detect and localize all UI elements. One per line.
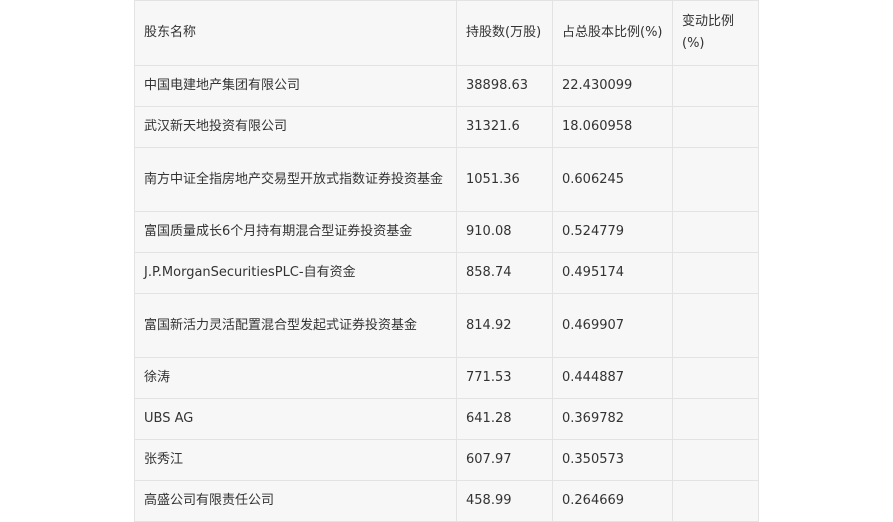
table-row: 徐涛 771.53 0.444887	[134, 357, 759, 399]
cell-ratio: 18.060958	[552, 106, 673, 148]
cell-shares: 31321.6	[456, 106, 553, 148]
cell-name: 南方中证全指房地产交易型开放式指数证券投资基金	[134, 147, 457, 212]
cell-change	[672, 147, 759, 212]
cell-shares: 771.53	[456, 357, 553, 399]
cell-ratio: 0.469907	[552, 293, 673, 358]
cell-name: 富国质量成长6个月持有期混合型证券投资基金	[134, 211, 457, 253]
cell-shares: 458.99	[456, 480, 553, 522]
cell-ratio: 0.444887	[552, 357, 673, 399]
table-row: UBS AG 641.28 0.369782	[134, 398, 759, 440]
cell-name: 武汉新天地投资有限公司	[134, 106, 457, 148]
cell-change	[672, 252, 759, 294]
header-shares-held: 持股数(万股)	[456, 0, 553, 66]
table-row: 富国新活力灵活配置混合型发起式证券投资基金 814.92 0.469907	[134, 293, 759, 358]
header-shareholder-name: 股东名称	[134, 0, 457, 66]
cell-shares: 1051.36	[456, 147, 553, 212]
cell-name: 富国新活力灵活配置混合型发起式证券投资基金	[134, 293, 457, 358]
cell-ratio: 0.264669	[552, 480, 673, 522]
cell-name: 高盛公司有限责任公司	[134, 480, 457, 522]
cell-change	[672, 398, 759, 440]
cell-name: 张秀江	[134, 439, 457, 481]
cell-name: 中国电建地产集团有限公司	[134, 65, 457, 107]
cell-ratio: 0.524779	[552, 211, 673, 253]
cell-change	[672, 65, 759, 107]
shareholder-table-container: 股东名称 持股数(万股) 占总股本比例(%) 变动比例(%) 中国电建地产集团有…	[134, 0, 759, 522]
cell-shares: 607.97	[456, 439, 553, 481]
cell-ratio: 22.430099	[552, 65, 673, 107]
cell-ratio: 0.369782	[552, 398, 673, 440]
cell-ratio: 0.495174	[552, 252, 673, 294]
table-row: 中国电建地产集团有限公司 38898.63 22.430099	[134, 65, 759, 107]
cell-change	[672, 293, 759, 358]
shareholder-table: 股东名称 持股数(万股) 占总股本比例(%) 变动比例(%) 中国电建地产集团有…	[134, 0, 759, 522]
table-row: 张秀江 607.97 0.350573	[134, 439, 759, 481]
table-row: 武汉新天地投资有限公司 31321.6 18.060958	[134, 106, 759, 148]
cell-ratio: 0.350573	[552, 439, 673, 481]
cell-shares: 910.08	[456, 211, 553, 253]
header-share-ratio: 占总股本比例(%)	[552, 0, 673, 66]
cell-name: J.P.MorganSecuritiesPLC-自有资金	[134, 252, 457, 294]
table-row: 南方中证全指房地产交易型开放式指数证券投资基金 1051.36 0.606245	[134, 147, 759, 212]
table-row: 高盛公司有限责任公司 458.99 0.264669	[134, 480, 759, 522]
cell-change	[672, 357, 759, 399]
cell-change	[672, 439, 759, 481]
cell-shares: 814.92	[456, 293, 553, 358]
cell-shares: 641.28	[456, 398, 553, 440]
cell-change	[672, 211, 759, 253]
cell-name: 徐涛	[134, 357, 457, 399]
cell-change	[672, 106, 759, 148]
cell-shares: 38898.63	[456, 65, 553, 107]
table-row: J.P.MorganSecuritiesPLC-自有资金 858.74 0.49…	[134, 252, 759, 294]
cell-ratio: 0.606245	[552, 147, 673, 212]
cell-name: UBS AG	[134, 398, 457, 440]
table-header-row: 股东名称 持股数(万股) 占总股本比例(%) 变动比例(%)	[134, 0, 759, 66]
table-row: 富国质量成长6个月持有期混合型证券投资基金 910.08 0.524779	[134, 211, 759, 253]
cell-shares: 858.74	[456, 252, 553, 294]
header-change-ratio: 变动比例(%)	[672, 0, 759, 66]
cell-change	[672, 480, 759, 522]
